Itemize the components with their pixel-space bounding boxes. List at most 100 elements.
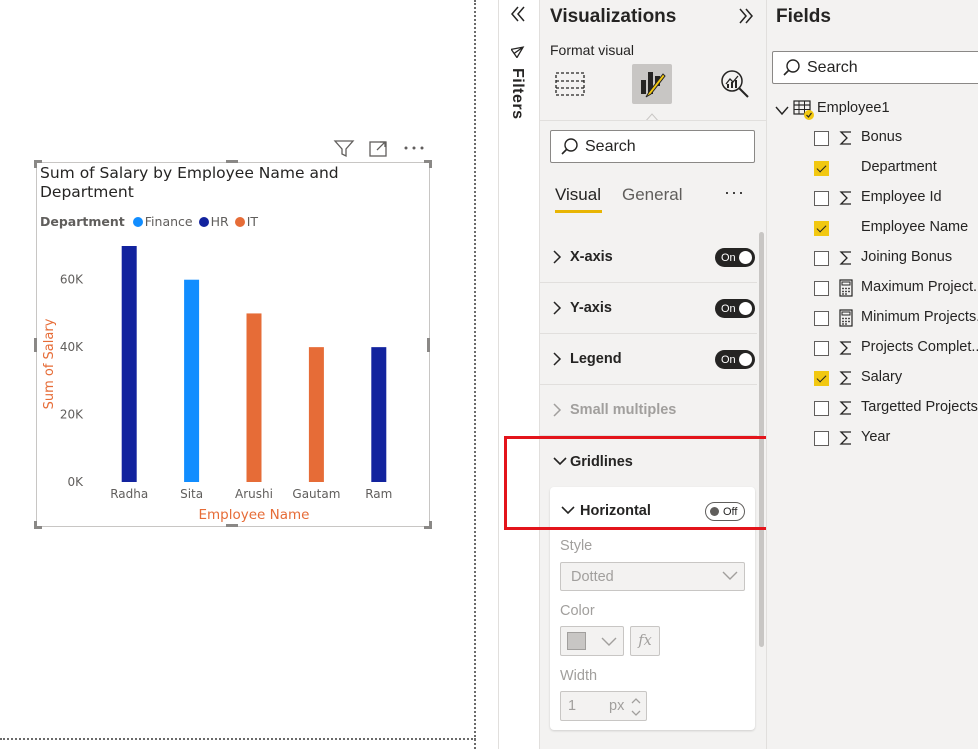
legend-toggle[interactable]: On xyxy=(715,350,755,369)
field-checkbox[interactable] xyxy=(814,221,829,236)
field-name[interactable]: Salary xyxy=(861,369,902,385)
sigma-icon xyxy=(838,429,854,447)
legend-marker xyxy=(234,216,245,227)
legend-item[interactable]: HR xyxy=(198,214,229,229)
color-swatch xyxy=(567,632,586,650)
fx-button: fx xyxy=(630,626,660,656)
search-icon xyxy=(560,137,580,162)
page-boundary xyxy=(0,738,476,740)
focus-mode-icon[interactable] xyxy=(368,139,390,159)
chart-legend: Department Finance HR IT xyxy=(40,214,264,229)
tab-general[interactable]: General xyxy=(622,185,682,205)
y-axis-toggle[interactable]: On xyxy=(715,299,755,318)
fields-title: Fields xyxy=(776,6,831,27)
y-tick-label: 60K xyxy=(60,273,84,287)
field-checkbox[interactable] xyxy=(814,281,829,296)
field-checkbox[interactable] xyxy=(814,131,829,146)
tab-visual[interactable]: Visual xyxy=(555,185,601,205)
filters-label[interactable]: Filters xyxy=(508,68,526,120)
field-name[interactable]: Minimum Projects... xyxy=(861,309,978,325)
x-axis-toggle[interactable]: On xyxy=(715,248,755,267)
legend-label: IT xyxy=(246,214,259,229)
y-axis-title: Sum of Salary xyxy=(42,318,57,409)
toggle-text: On xyxy=(721,302,736,315)
highlight-annotation xyxy=(504,436,796,530)
chevron-down-icon xyxy=(722,570,738,586)
sigma-icon xyxy=(838,249,854,267)
format-visual-icon[interactable] xyxy=(632,64,672,104)
fields-search-input[interactable]: Search xyxy=(772,51,978,84)
card-label: X-axis xyxy=(570,249,613,265)
analytics-icon[interactable] xyxy=(715,64,755,104)
bar[interactable] xyxy=(308,347,324,482)
bar[interactable] xyxy=(371,347,387,482)
field-checkbox[interactable] xyxy=(814,341,829,356)
calculator-icon xyxy=(838,279,854,297)
table-name[interactable]: Employee1 xyxy=(817,100,890,116)
more-options-icon[interactable] xyxy=(403,139,425,159)
x-tick-label: Sita xyxy=(180,487,203,501)
chart-title-line: Sum of Salary by Employee Name and xyxy=(40,164,339,182)
width-input: 1 px xyxy=(560,691,647,721)
chevron-down-icon xyxy=(601,636,617,652)
double-chevron-right-icon[interactable] xyxy=(736,6,756,31)
filter-icon[interactable] xyxy=(333,139,355,159)
field-checkbox[interactable] xyxy=(814,191,829,206)
bar[interactable] xyxy=(184,279,200,482)
double-chevron-left-icon[interactable] xyxy=(508,4,528,29)
format-visual-label: Format visual xyxy=(550,42,635,58)
field-checkbox[interactable] xyxy=(814,371,829,386)
field-name[interactable]: Bonus xyxy=(861,129,902,145)
field-name[interactable]: Joining Bonus xyxy=(861,249,952,265)
card-label: Small multiples xyxy=(570,402,677,418)
field-checkbox[interactable] xyxy=(814,251,829,266)
legend-label: HR xyxy=(210,214,229,229)
field-name[interactable]: Department xyxy=(861,159,937,175)
field-name[interactable]: Year xyxy=(861,429,890,445)
resize-handle-top[interactable] xyxy=(226,160,238,163)
more-options-icon[interactable]: ··· xyxy=(724,182,745,203)
x-tick-label: Arushi xyxy=(235,487,273,501)
bar[interactable] xyxy=(121,246,137,482)
chart-title: Sum of Salary by Employee Name and Depar… xyxy=(40,164,360,202)
y-tick-label: 0K xyxy=(67,475,84,489)
field-name[interactable]: Projects Complet... xyxy=(861,339,978,355)
chart-plot: 0K 20K 40K 60K Sum of Salary Radha Sita Arushi G… xyxy=(42,246,392,523)
field-checkbox[interactable] xyxy=(814,311,829,326)
sigma-icon xyxy=(838,369,854,387)
chevron-right-icon xyxy=(552,402,562,423)
resize-handle-top-right[interactable] xyxy=(424,160,432,168)
x-tick-label: Radha xyxy=(110,487,148,501)
legend-label: Finance xyxy=(144,214,193,229)
sigma-icon xyxy=(838,339,854,357)
legend-marker xyxy=(198,216,209,227)
search-placeholder: Search xyxy=(585,137,636,155)
width-unit: px xyxy=(609,698,625,714)
chevron-right-icon xyxy=(552,300,562,321)
legend-item[interactable]: Finance xyxy=(132,214,193,229)
field-checkbox[interactable] xyxy=(814,161,829,176)
toggle-text: On xyxy=(721,353,736,366)
field-name[interactable]: Employee Name xyxy=(861,219,968,235)
style-value: Dotted xyxy=(571,568,614,585)
field-checkbox[interactable] xyxy=(814,401,829,416)
legend-item[interactable]: IT xyxy=(234,214,259,229)
fx-label: fx xyxy=(638,633,652,649)
style-label: Style xyxy=(560,538,593,554)
field-name[interactable]: Employee Id xyxy=(861,189,942,205)
field-name[interactable]: Maximum Project... xyxy=(861,279,978,295)
sigma-icon xyxy=(838,399,854,417)
stepper-icon xyxy=(630,695,642,723)
legend-marker xyxy=(132,216,143,227)
x-tick-label: Gautam xyxy=(292,487,340,501)
legend-items: Finance HR IT xyxy=(132,214,264,229)
format-search-input[interactable]: Search xyxy=(550,130,755,163)
field-name[interactable]: Targetted Projects xyxy=(861,399,978,415)
bar[interactable] xyxy=(246,313,262,482)
width-label: Width xyxy=(560,668,598,684)
visualizations-title: Visualizations xyxy=(550,6,677,27)
chevron-right-icon xyxy=(552,351,562,372)
chevron-down-icon[interactable] xyxy=(775,103,789,121)
build-visual-icon[interactable] xyxy=(550,64,590,104)
field-checkbox[interactable] xyxy=(814,431,829,446)
